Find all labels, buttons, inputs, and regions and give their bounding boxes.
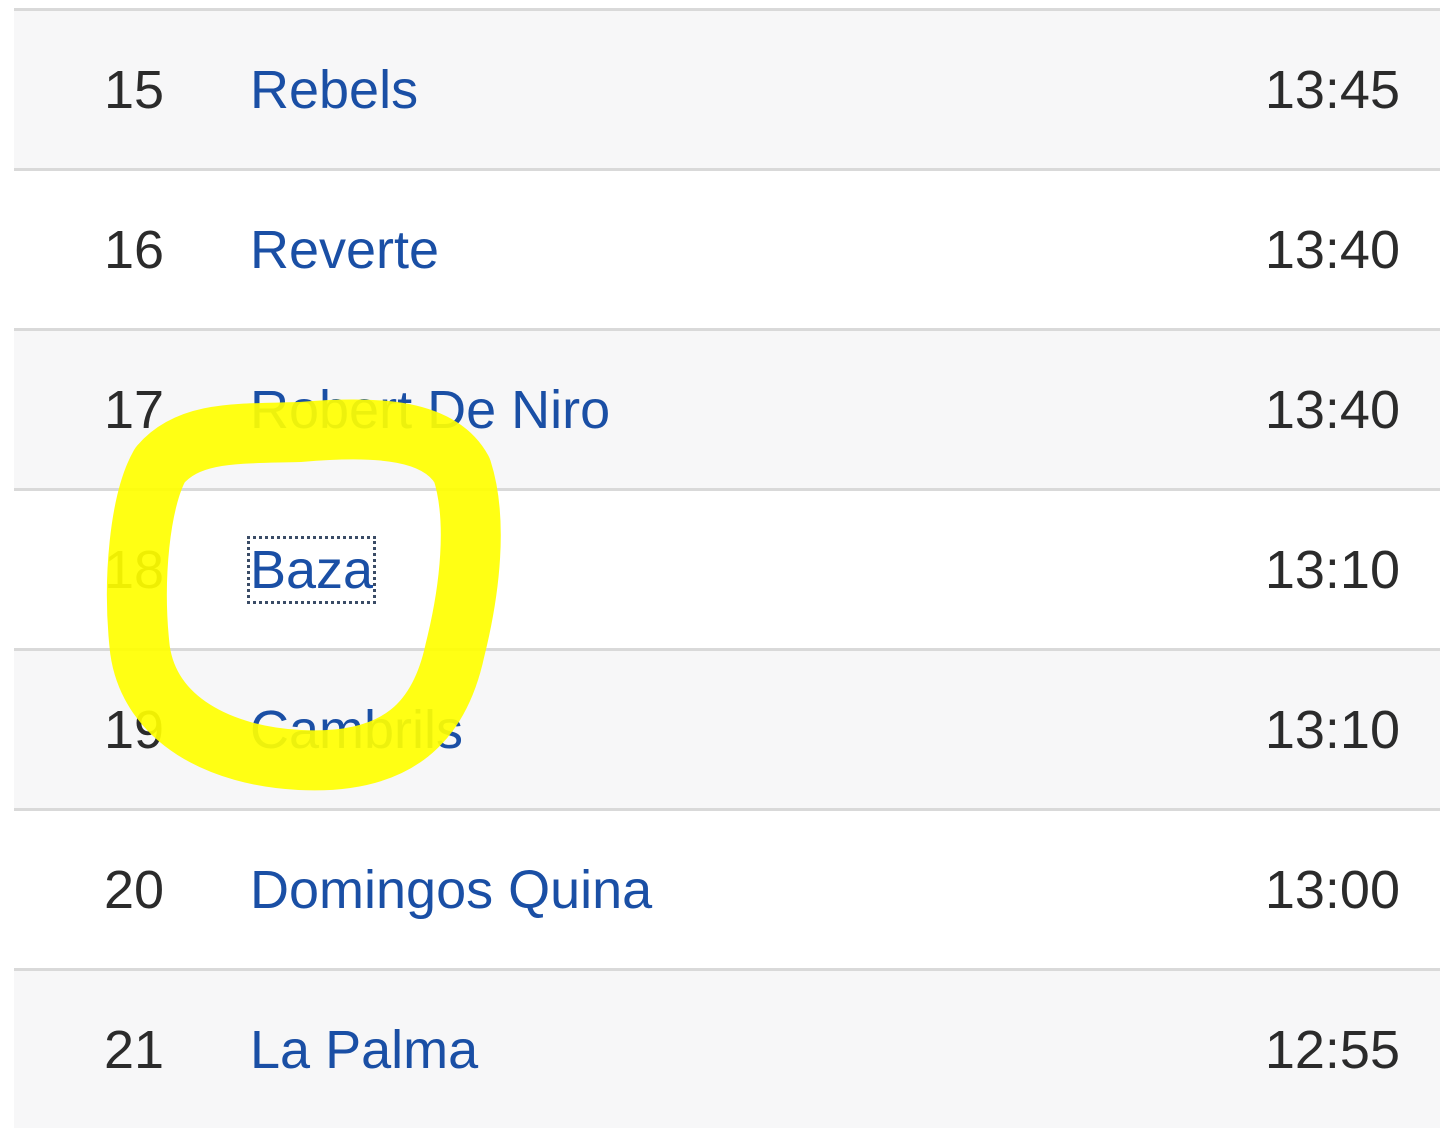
table-row: 19 Cambrils 13:10 <box>14 648 1440 808</box>
time-cell: 13:10 <box>1264 539 1400 600</box>
rank-cell: 19 <box>104 699 165 760</box>
name-link[interactable]: La Palma <box>250 1019 478 1081</box>
name-link[interactable]: Cambrils <box>250 699 463 761</box>
table-row: 20 Domingos Quina 13:00 <box>14 808 1440 968</box>
time-cell: 13:45 <box>1264 59 1400 120</box>
name-link[interactable]: Robert De Niro <box>250 379 610 441</box>
name-link[interactable]: Domingos Quina <box>250 859 652 921</box>
name-link[interactable]: Reverte <box>250 219 439 281</box>
table-row: 21 La Palma 12:55 <box>14 968 1440 1128</box>
time-cell: 13:00 <box>1264 859 1400 920</box>
table-row: 15 Rebels 13:45 <box>14 8 1440 168</box>
time-cell: 13:10 <box>1264 699 1400 760</box>
table-row: 17 Robert De Niro 13:40 <box>14 328 1440 488</box>
rank-cell: 21 <box>104 1019 165 1080</box>
ranking-table: 15 Rebels 13:45 16 Reverte 13:40 17 Robe… <box>14 8 1440 1128</box>
time-cell: 12:55 <box>1264 1019 1400 1080</box>
rank-cell: 20 <box>104 859 165 920</box>
rank-cell: 16 <box>104 219 165 280</box>
rank-cell: 17 <box>104 379 165 440</box>
time-cell: 13:40 <box>1264 219 1400 280</box>
rank-cell: 15 <box>104 59 165 120</box>
rank-cell: 18 <box>104 539 165 600</box>
time-cell: 13:40 <box>1264 379 1400 440</box>
name-link-focused[interactable]: Baza <box>246 535 377 604</box>
table-row: 18 Baza 13:10 <box>14 488 1440 648</box>
name-link[interactable]: Rebels <box>250 59 418 121</box>
table-row: 16 Reverte 13:40 <box>14 168 1440 328</box>
